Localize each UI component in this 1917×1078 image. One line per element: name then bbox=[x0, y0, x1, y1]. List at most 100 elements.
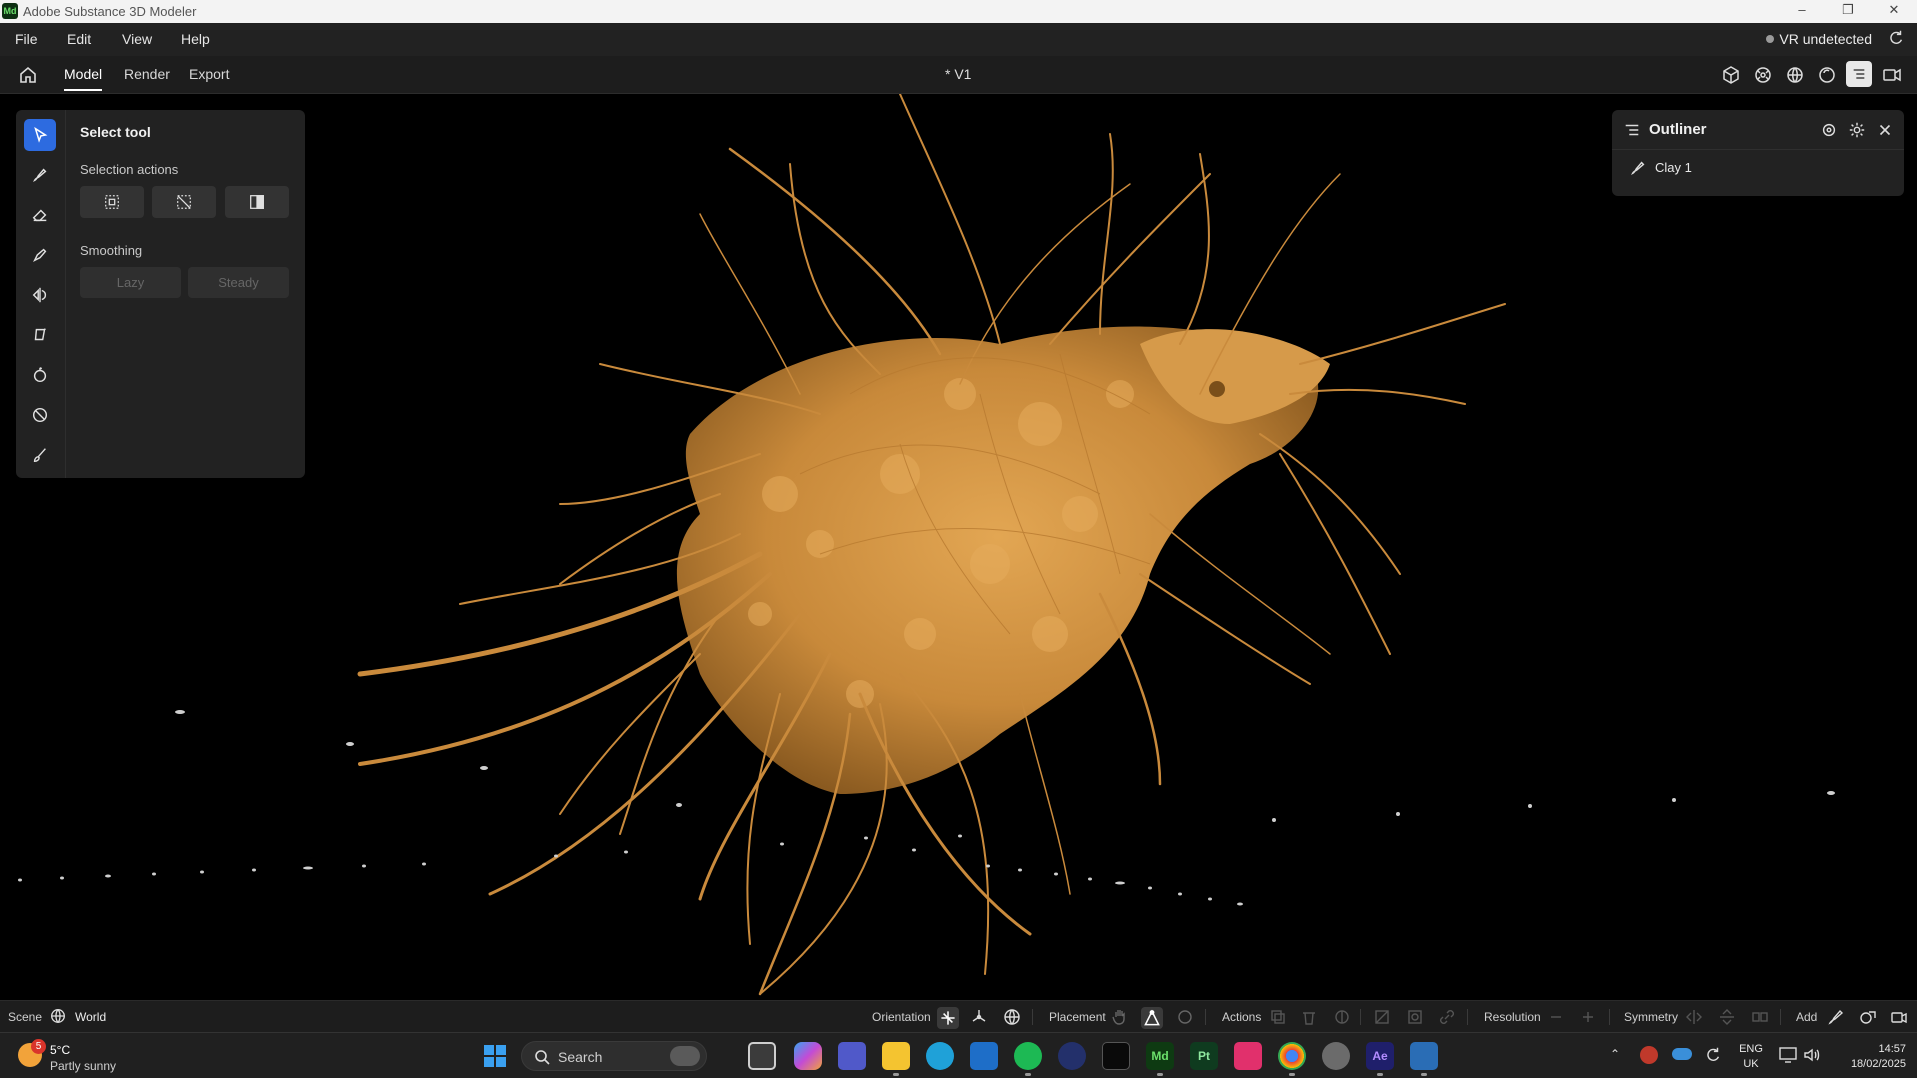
weather-temperature: 5°C bbox=[50, 1043, 71, 1057]
settings-app-icon[interactable] bbox=[1322, 1042, 1350, 1070]
scene-label: Scene bbox=[8, 1010, 43, 1024]
select-tool-icon[interactable] bbox=[24, 119, 56, 151]
environment-icon[interactable] bbox=[1751, 63, 1775, 87]
steady-smoothing-button[interactable]: Steady bbox=[188, 267, 289, 298]
home-icon[interactable] bbox=[18, 65, 38, 85]
app-logo: Md bbox=[2, 3, 18, 19]
outliner-panel: Outliner Clay 1 bbox=[1612, 110, 1904, 196]
close-icon[interactable] bbox=[1876, 121, 1894, 139]
surface-placement-icon[interactable] bbox=[1141, 1007, 1163, 1029]
spotify-icon[interactable] bbox=[1014, 1042, 1042, 1070]
delete-icon[interactable] bbox=[1299, 1007, 1319, 1027]
tab-render[interactable]: Render bbox=[124, 66, 170, 82]
outliner-item-clay-1[interactable]: Clay 1 bbox=[1655, 160, 1692, 175]
bake-icon[interactable] bbox=[1405, 1007, 1425, 1027]
hand-placement-icon[interactable] bbox=[1110, 1007, 1130, 1027]
separator bbox=[1609, 1009, 1610, 1025]
meta-icon[interactable] bbox=[1102, 1042, 1130, 1070]
file-explorer-icon[interactable] bbox=[882, 1042, 910, 1070]
onedrive-icon[interactable] bbox=[1672, 1048, 1692, 1060]
document-title: * V1 bbox=[945, 66, 972, 82]
symmetry-y-icon[interactable] bbox=[1717, 1007, 1737, 1027]
crop-icon[interactable] bbox=[1372, 1007, 1392, 1027]
add-label: Add bbox=[1796, 1010, 1818, 1024]
monitor-icon[interactable] bbox=[1779, 1047, 1797, 1063]
substance-modeler-icon[interactable]: Md bbox=[1146, 1042, 1174, 1070]
cinema4d-icon[interactable] bbox=[1058, 1042, 1086, 1070]
orientation-gizmo-icon[interactable] bbox=[969, 1007, 989, 1027]
menu-help[interactable]: Help bbox=[181, 31, 210, 47]
deselect-button[interactable] bbox=[152, 186, 216, 218]
increase-resolution-icon[interactable] bbox=[1578, 1007, 1598, 1027]
after-effects-icon[interactable]: Ae bbox=[1366, 1042, 1394, 1070]
refresh-icon[interactable] bbox=[1887, 29, 1905, 47]
symmetry-z-icon[interactable] bbox=[1750, 1007, 1770, 1027]
add-clay-icon[interactable] bbox=[1826, 1007, 1846, 1027]
outliner-toggle-icon[interactable] bbox=[1846, 61, 1872, 87]
volume-icon[interactable] bbox=[1803, 1047, 1821, 1063]
add-camera-icon[interactable] bbox=[1889, 1007, 1909, 1027]
chrome-icon[interactable] bbox=[1278, 1042, 1306, 1070]
restore-icon[interactable]: ❐ bbox=[1828, 2, 1868, 20]
move-tool-icon[interactable] bbox=[24, 359, 56, 391]
settings-icon[interactable] bbox=[1848, 121, 1866, 139]
menu-file[interactable]: File bbox=[15, 31, 38, 47]
symmetry-x-icon[interactable] bbox=[1684, 1007, 1704, 1027]
lazy-smoothing-button[interactable]: Lazy bbox=[80, 267, 181, 298]
orientation-local-icon[interactable] bbox=[937, 1007, 959, 1029]
menu-view[interactable]: View bbox=[122, 31, 152, 47]
symmetry-tool-icon[interactable] bbox=[24, 279, 56, 311]
decrease-resolution-icon[interactable] bbox=[1546, 1007, 1566, 1027]
globe-icon[interactable] bbox=[1783, 63, 1807, 87]
edge-icon[interactable] bbox=[926, 1042, 954, 1070]
snipping-tool-icon[interactable] bbox=[1410, 1042, 1438, 1070]
separator bbox=[1780, 1009, 1781, 1025]
paint-brush-icon[interactable] bbox=[24, 439, 56, 471]
cube-view-icon[interactable] bbox=[1719, 63, 1743, 87]
menu-edit[interactable]: Edit bbox=[67, 31, 91, 47]
world-space-toggle[interactable]: World bbox=[75, 1010, 106, 1024]
substance-painter-icon[interactable]: Pt bbox=[1190, 1042, 1218, 1070]
merge-icon[interactable] bbox=[1332, 1007, 1352, 1027]
invert-selection-button[interactable] bbox=[225, 186, 289, 218]
copilot-icon[interactable] bbox=[794, 1042, 822, 1070]
separator bbox=[1360, 1009, 1361, 1025]
teams-icon[interactable] bbox=[838, 1042, 866, 1070]
sync-icon[interactable] bbox=[1704, 1046, 1722, 1064]
task-view-icon[interactable] bbox=[748, 1042, 776, 1070]
list-icon bbox=[1623, 121, 1641, 139]
clock-time[interactable]: 14:57 bbox=[1830, 1043, 1906, 1055]
creative-cloud-icon[interactable] bbox=[1234, 1042, 1262, 1070]
windows-start-icon[interactable] bbox=[484, 1045, 506, 1067]
vr-status: VR undetected bbox=[1779, 31, 1872, 47]
title-bar: Md Adobe Substance 3D Modeler – ❐ ✕ bbox=[0, 0, 1917, 23]
taskbar-search[interactable]: Search bbox=[521, 1041, 707, 1071]
language-bottom[interactable]: UK bbox=[1736, 1058, 1766, 1070]
add-primitive-icon[interactable] bbox=[1858, 1007, 1878, 1027]
clay-brush-icon[interactable] bbox=[24, 159, 56, 191]
close-icon[interactable]: ✕ bbox=[1874, 2, 1914, 20]
chevron-up-icon[interactable]: ⌃ bbox=[1610, 1047, 1624, 1061]
link-icon[interactable] bbox=[1437, 1007, 1457, 1027]
active-tab-indicator bbox=[64, 89, 102, 91]
smooth-brush-icon[interactable] bbox=[24, 239, 56, 271]
tab-model[interactable]: Model bbox=[64, 66, 102, 82]
tray-app-icon[interactable] bbox=[1640, 1046, 1658, 1064]
duplicate-icon[interactable] bbox=[1268, 1007, 1288, 1027]
camera-icon[interactable] bbox=[1880, 63, 1904, 87]
store-icon[interactable] bbox=[970, 1042, 998, 1070]
minimize-icon[interactable]: – bbox=[1782, 2, 1822, 20]
select-all-button[interactable] bbox=[80, 186, 144, 218]
focus-icon[interactable] bbox=[1820, 121, 1838, 139]
tab-export[interactable]: Export bbox=[189, 66, 229, 82]
orientation-world-icon[interactable] bbox=[1002, 1007, 1022, 1027]
material-icon[interactable] bbox=[1815, 63, 1839, 87]
stamp-tool-icon[interactable] bbox=[24, 399, 56, 431]
lasso-icon[interactable] bbox=[24, 319, 56, 351]
clock-date[interactable]: 18/02/2025 bbox=[1830, 1058, 1906, 1070]
language-top[interactable]: ENG bbox=[1736, 1043, 1766, 1055]
eraser-icon[interactable] bbox=[24, 199, 56, 231]
running-indicator bbox=[1025, 1073, 1031, 1076]
globe-icon[interactable] bbox=[49, 1007, 67, 1025]
snap-placement-icon[interactable] bbox=[1175, 1007, 1195, 1027]
